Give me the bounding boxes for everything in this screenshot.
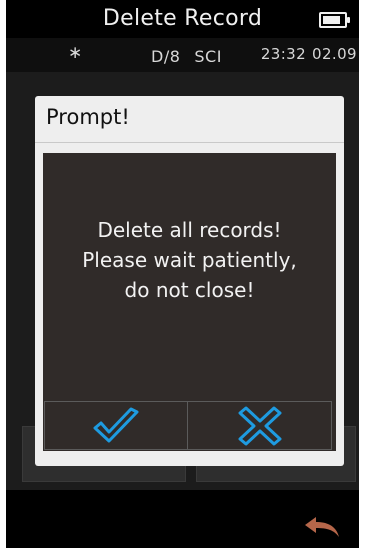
x-icon — [238, 406, 281, 445]
confirm-button[interactable] — [44, 401, 188, 450]
clock: 23:32 02.09 — [261, 45, 357, 63]
message-line-2: Please wait patiently, — [82, 248, 297, 272]
check-icon — [93, 407, 139, 442]
bottom-bar — [6, 490, 359, 548]
battery-level — [323, 16, 340, 24]
back-arrow-icon[interactable] — [304, 516, 340, 538]
dialog-message: Delete all records! Please wait patientl… — [43, 215, 336, 305]
battery-icon — [319, 12, 350, 28]
dialog-title: Prompt! — [46, 105, 130, 129]
dialog-body: Delete all records! Please wait patientl… — [43, 153, 336, 451]
time-text: 23:32 — [260, 45, 307, 63]
cancel-button[interactable] — [187, 401, 332, 450]
date-text: 02.09 — [312, 45, 357, 63]
title-bar: Delete Record — [6, 0, 359, 38]
status-bar: ∗ D/8 SCI 23:32 02.09 — [6, 38, 359, 72]
dialog-header: Prompt! — [35, 96, 344, 143]
bluetooth-icon: ∗ — [68, 43, 83, 63]
measurement-mode: D/8 SCI — [151, 47, 222, 66]
message-line-3: do not close! — [124, 278, 255, 302]
message-line-1: Delete all records! — [97, 218, 282, 242]
geometry-mode: D/8 — [151, 47, 181, 66]
observer-mode: SCI — [194, 47, 222, 66]
page-title: Delete Record — [102, 6, 263, 31]
device-screen: Delete Record ∗ D/8 SCI 23:32 02.09 Prompt… — [6, 0, 359, 548]
prompt-dialog: Prompt! Delete all records! Please wait … — [35, 96, 344, 466]
